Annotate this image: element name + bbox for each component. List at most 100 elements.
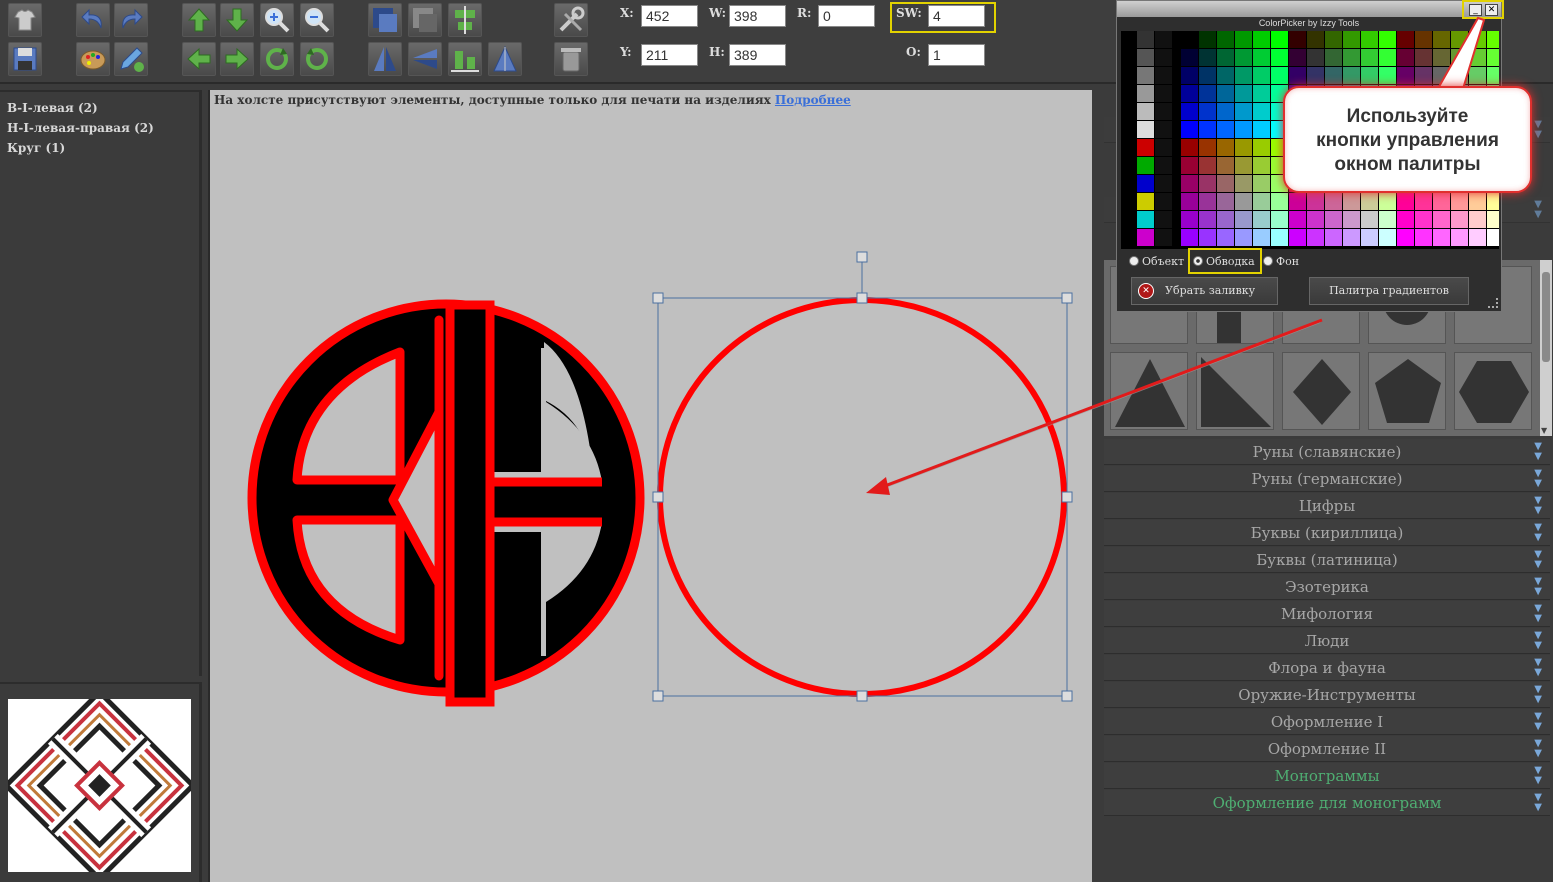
- color-swatch[interactable]: [1271, 193, 1288, 210]
- color-swatch[interactable]: [1253, 175, 1270, 192]
- rotate-cw-button[interactable]: [260, 42, 294, 76]
- color-swatch[interactable]: [1361, 193, 1378, 210]
- color-swatch[interactable]: [1199, 229, 1216, 246]
- color-swatch[interactable]: [1235, 31, 1252, 48]
- color-swatch[interactable]: [1379, 67, 1396, 84]
- color-swatch[interactable]: [1361, 67, 1378, 84]
- layer-item[interactable]: В-I-левая (2): [7, 101, 98, 115]
- resize-handle[interactable]: [1061, 690, 1073, 702]
- color-swatch[interactable]: [1379, 229, 1396, 246]
- color-swatch[interactable]: [1155, 157, 1172, 174]
- color-swatch[interactable]: [1235, 211, 1252, 228]
- design-canvas[interactable]: На холсте присутствуют элементы, доступн…: [208, 90, 1092, 882]
- rotate-ccw-button[interactable]: [300, 42, 334, 76]
- shape-right-triangle[interactable]: [1196, 352, 1274, 430]
- color-swatch[interactable]: [1361, 31, 1378, 48]
- color-swatch[interactable]: [1155, 229, 1172, 246]
- edit-button[interactable]: [114, 42, 148, 76]
- color-swatch[interactable]: [1307, 67, 1324, 84]
- color-swatch[interactable]: [1271, 49, 1288, 66]
- color-swatch[interactable]: [1137, 85, 1154, 102]
- color-swatch[interactable]: [1253, 85, 1270, 102]
- color-swatch[interactable]: [1451, 49, 1468, 66]
- color-swatch[interactable]: [1199, 157, 1216, 174]
- color-swatch[interactable]: [1155, 139, 1172, 156]
- color-swatch[interactable]: [1415, 229, 1432, 246]
- close-button[interactable]: ✕: [1485, 4, 1498, 16]
- color-swatch[interactable]: [1199, 103, 1216, 120]
- radio-fill[interactable]: Фон: [1263, 255, 1299, 268]
- library-category[interactable]: Флора и фауна ▼ ▼: [1104, 655, 1550, 681]
- color-swatch[interactable]: [1155, 85, 1172, 102]
- color-swatch[interactable]: [1271, 211, 1288, 228]
- color-swatch[interactable]: [1217, 121, 1234, 138]
- flip-horizontal-button[interactable]: [408, 42, 442, 76]
- radio-object[interactable]: Объект: [1129, 255, 1184, 268]
- color-swatch[interactable]: [1343, 211, 1360, 228]
- color-swatch[interactable]: [1181, 49, 1198, 66]
- color-swatch[interactable]: [1217, 67, 1234, 84]
- move-up-button[interactable]: [182, 3, 216, 37]
- resize-handle[interactable]: [856, 292, 868, 304]
- color-swatch[interactable]: [1181, 31, 1198, 48]
- shape-triangle[interactable]: [1110, 352, 1188, 430]
- resize-handle[interactable]: [1061, 292, 1073, 304]
- clear-fill-button[interactable]: ✕ Убрать заливку: [1131, 277, 1278, 305]
- color-swatch[interactable]: [1433, 31, 1450, 48]
- color-swatch[interactable]: [1487, 229, 1504, 246]
- color-swatch[interactable]: [1235, 157, 1252, 174]
- library-category[interactable]: Буквы (кириллица) ▼ ▼: [1104, 520, 1550, 546]
- gradient-palette-button[interactable]: Палитра градиентов: [1309, 277, 1469, 305]
- resize-handle[interactable]: [856, 690, 868, 702]
- resize-grip-icon[interactable]: [1488, 298, 1498, 308]
- color-swatch[interactable]: [1137, 103, 1154, 120]
- color-swatch[interactable]: [1415, 49, 1432, 66]
- library-category[interactable]: Оружие-Инструменты ▼ ▼: [1104, 682, 1550, 708]
- color-swatch[interactable]: [1235, 193, 1252, 210]
- color-swatch[interactable]: [1343, 229, 1360, 246]
- library-category[interactable]: Монограммы ▼ ▼: [1104, 763, 1550, 789]
- color-swatch[interactable]: [1433, 193, 1450, 210]
- color-swatch[interactable]: [1415, 193, 1432, 210]
- color-swatch[interactable]: [1217, 229, 1234, 246]
- color-swatch[interactable]: [1155, 103, 1172, 120]
- color-swatch[interactable]: [1469, 67, 1486, 84]
- color-swatch[interactable]: [1307, 31, 1324, 48]
- color-swatch[interactable]: [1253, 211, 1270, 228]
- color-swatch[interactable]: [1487, 49, 1504, 66]
- color-swatch[interactable]: [1487, 31, 1504, 48]
- color-swatch[interactable]: [1181, 211, 1198, 228]
- color-swatch[interactable]: [1397, 229, 1414, 246]
- color-swatch[interactable]: [1181, 121, 1198, 138]
- align-bottom-button[interactable]: [448, 42, 482, 76]
- color-swatch[interactable]: [1325, 31, 1342, 48]
- color-swatch[interactable]: [1155, 211, 1172, 228]
- trash-button[interactable]: [554, 42, 588, 76]
- color-swatch[interactable]: [1199, 193, 1216, 210]
- color-swatch[interactable]: [1433, 49, 1450, 66]
- resize-handle[interactable]: [652, 690, 664, 702]
- color-swatch[interactable]: [1289, 193, 1306, 210]
- color-swatch[interactable]: [1137, 67, 1154, 84]
- color-swatch[interactable]: [1199, 175, 1216, 192]
- color-swatch[interactable]: [1217, 49, 1234, 66]
- color-swatch[interactable]: [1325, 49, 1342, 66]
- color-swatch[interactable]: [1217, 31, 1234, 48]
- color-swatch[interactable]: [1271, 229, 1288, 246]
- color-swatch[interactable]: [1469, 49, 1486, 66]
- color-swatch[interactable]: [1397, 211, 1414, 228]
- color-swatch[interactable]: [1325, 229, 1342, 246]
- color-swatch[interactable]: [1289, 229, 1306, 246]
- color-swatch[interactable]: [1325, 67, 1342, 84]
- color-swatch[interactable]: [1253, 157, 1270, 174]
- color-swatch[interactable]: [1433, 67, 1450, 84]
- color-swatch[interactable]: [1361, 229, 1378, 246]
- color-swatch[interactable]: [1253, 49, 1270, 66]
- color-swatch[interactable]: [1451, 193, 1468, 210]
- color-swatch[interactable]: [1451, 67, 1468, 84]
- minimize-button[interactable]: _: [1469, 4, 1482, 16]
- color-swatch[interactable]: [1289, 67, 1306, 84]
- color-swatch[interactable]: [1253, 121, 1270, 138]
- color-swatch[interactable]: [1181, 67, 1198, 84]
- color-swatch[interactable]: [1199, 211, 1216, 228]
